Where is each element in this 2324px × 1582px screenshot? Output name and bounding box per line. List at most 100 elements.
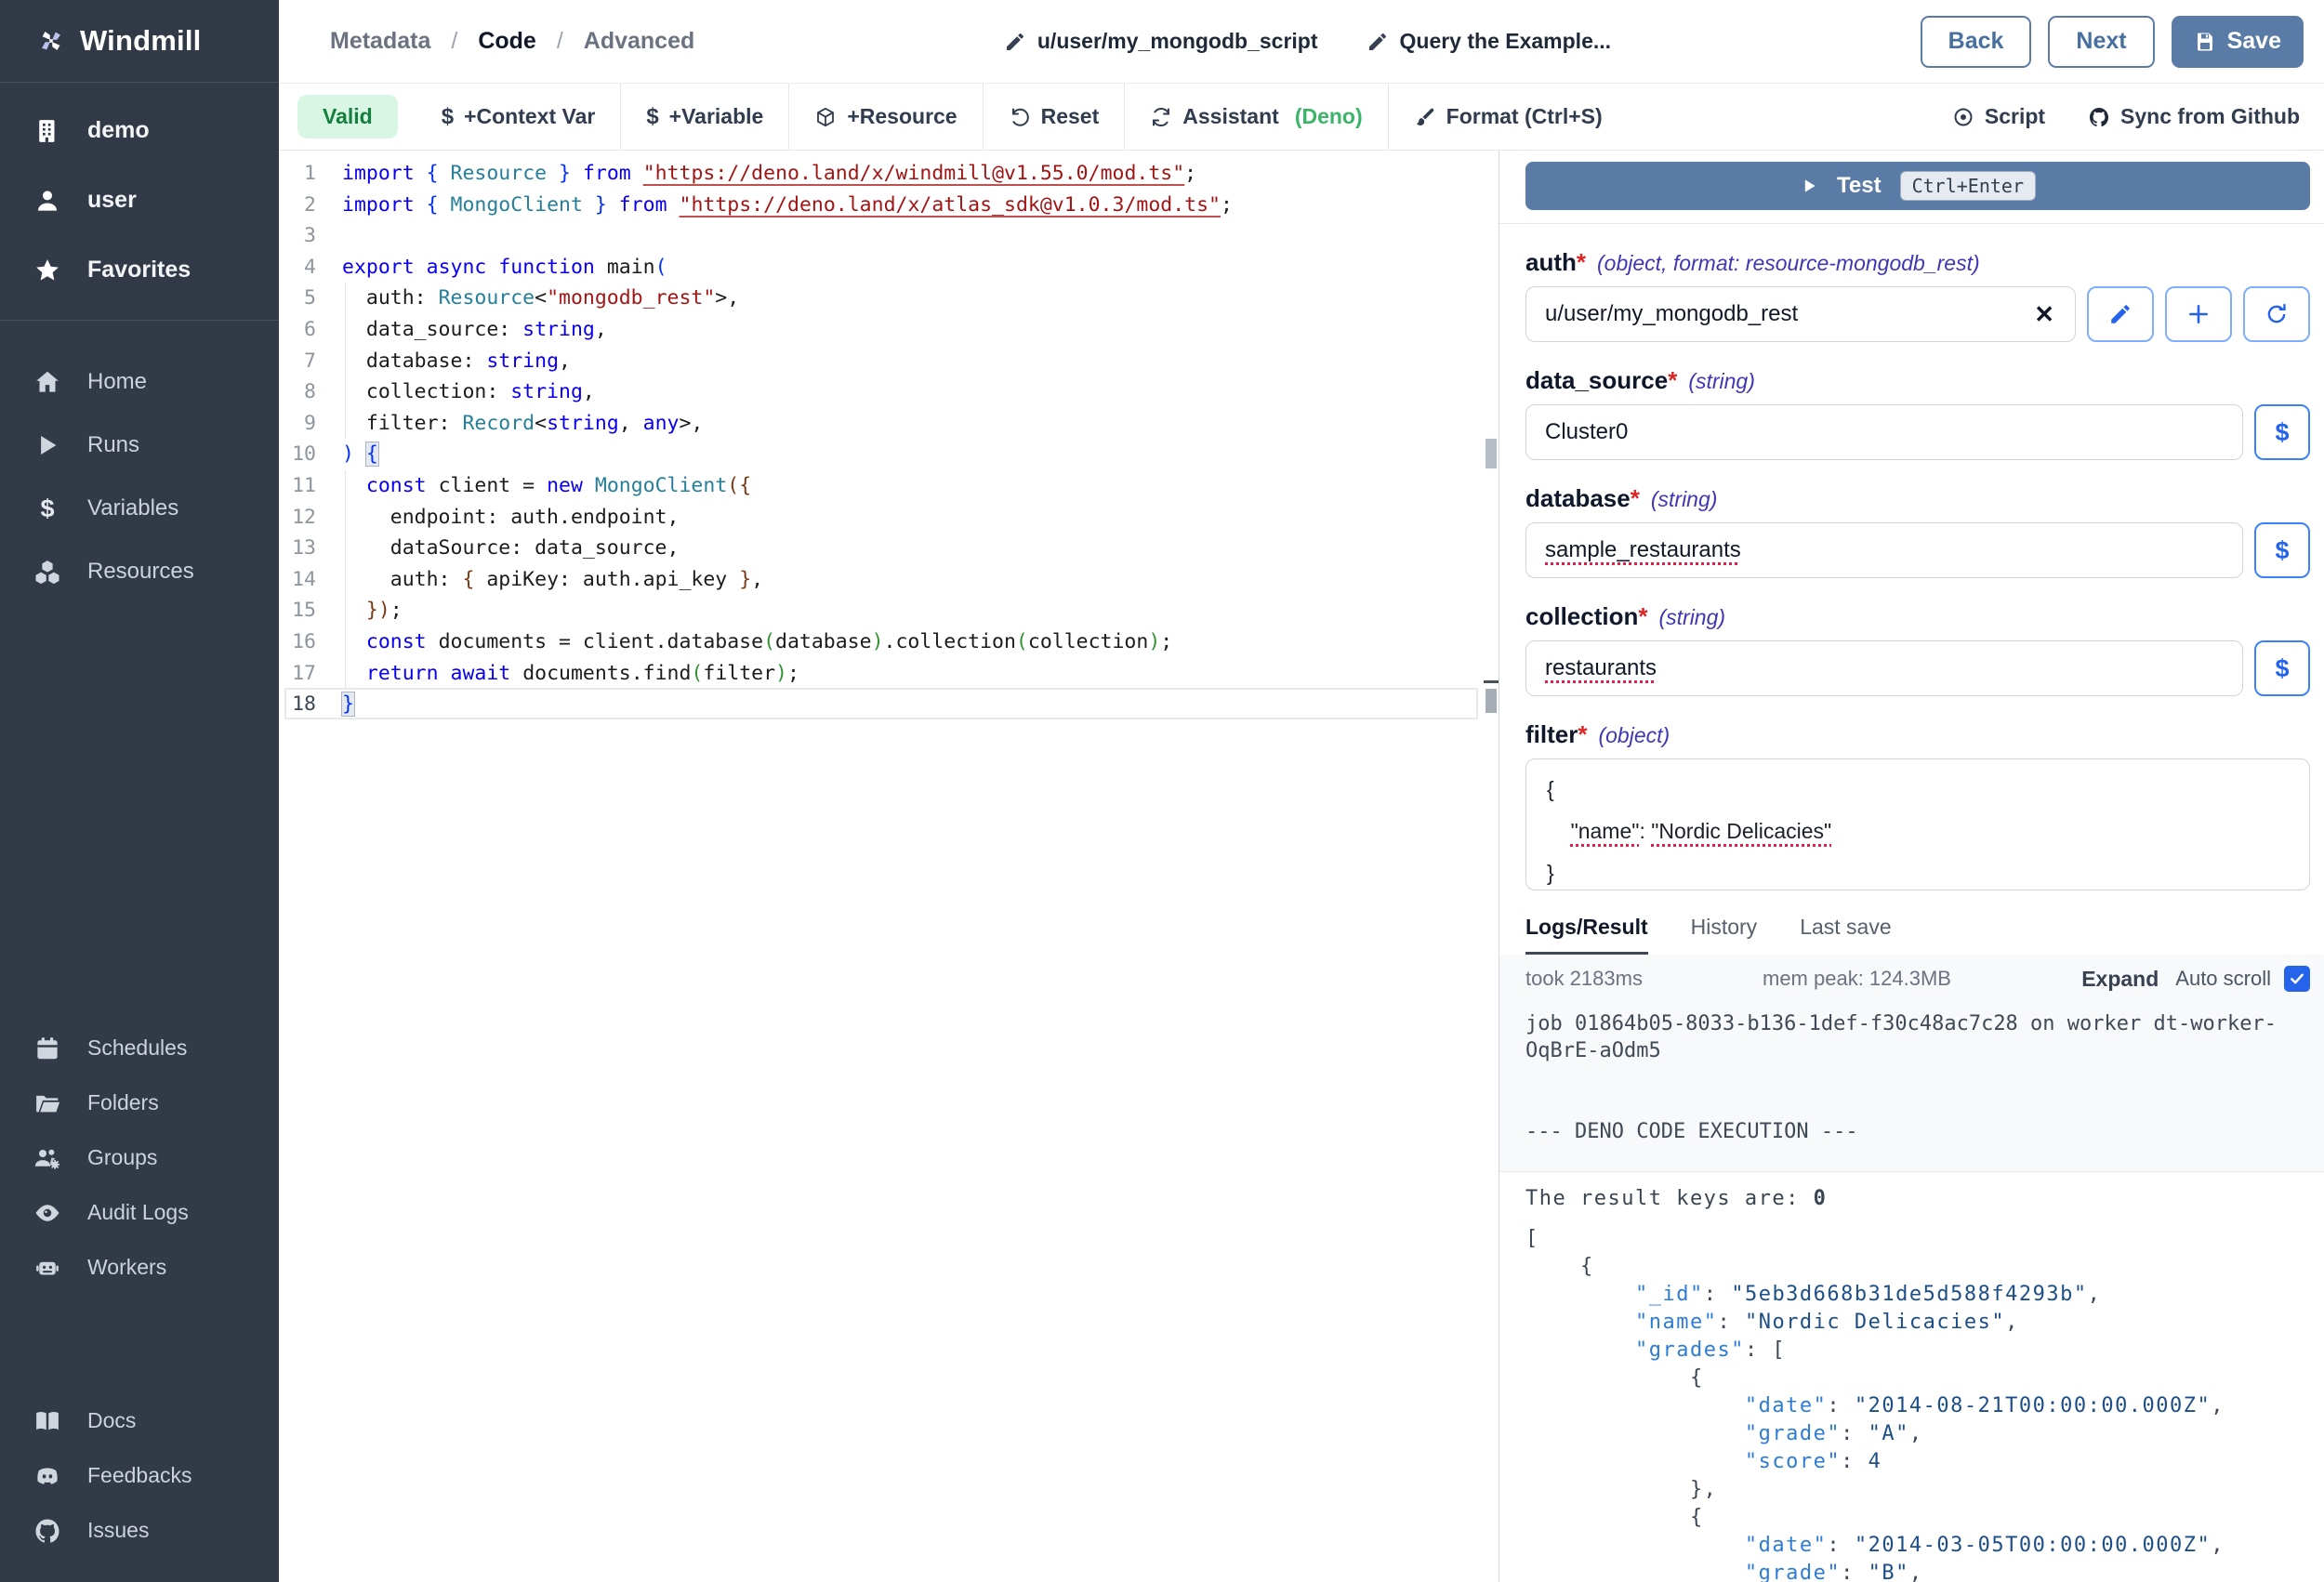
ruler-current-line-marker bbox=[1484, 680, 1499, 683]
result-viewer[interactable]: The result keys are: 0 [ { "_id": "5eb3d… bbox=[1525, 1172, 2310, 1582]
sidebar-item-groups[interactable]: Groups bbox=[0, 1130, 279, 1185]
tab-history[interactable]: History bbox=[1691, 915, 1758, 955]
auth-type-annotation: (object, format: resource-mongodb_rest) bbox=[1597, 251, 1980, 276]
sidebar-item-workers[interactable]: Workers bbox=[0, 1240, 279, 1295]
indent-guide bbox=[345, 470, 346, 689]
refresh-icon bbox=[2265, 302, 2289, 326]
result-line: "grades": [ bbox=[1525, 1337, 2310, 1364]
sidebar-item-docs[interactable]: Docs bbox=[0, 1393, 279, 1448]
app-title: Windmill bbox=[80, 24, 201, 58]
code-line: 2import { MongoClient } from "https://de… bbox=[279, 190, 1499, 221]
sidebar-item-resources[interactable]: Resources bbox=[0, 540, 279, 603]
issues-label: Issues bbox=[87, 1518, 149, 1543]
play-icon bbox=[1800, 177, 1818, 195]
sidebar-item-workspace[interactable]: demo bbox=[0, 96, 279, 165]
code-line: 3 bbox=[279, 220, 1499, 252]
test-button[interactable]: Test Ctrl+Enter bbox=[1525, 162, 2310, 210]
filter-json-editor[interactable]: { "name": "Nordic Delicacies"} bbox=[1525, 758, 2310, 890]
collection-input[interactable]: restaurants bbox=[1525, 640, 2243, 696]
pencil-icon bbox=[1004, 31, 1026, 53]
script-path[interactable]: u/user/my_mongodb_script bbox=[1004, 29, 1318, 54]
code-lines: 1import { Resource } from "https://deno.… bbox=[279, 158, 1499, 720]
collection-row: restaurants $ bbox=[1525, 640, 2310, 696]
required-asterisk: * bbox=[1668, 366, 1677, 395]
header: Metadata / Code / Advanced u/user/my_mon… bbox=[279, 0, 2324, 84]
main-area: Metadata / Code / Advanced u/user/my_mon… bbox=[279, 0, 2324, 1582]
feedbacks-label: Feedbacks bbox=[87, 1463, 192, 1488]
insert-variable-button[interactable]: $ bbox=[2254, 522, 2310, 578]
save-button[interactable]: Save bbox=[2172, 16, 2304, 68]
tab-code[interactable]: Code bbox=[478, 28, 536, 55]
sidebar-item-issues[interactable]: Issues bbox=[0, 1503, 279, 1558]
toolbar-left: Valid $ +Context Var $ +Variable +Resour… bbox=[297, 84, 1628, 150]
code-line: 17 return await documents.find(filter); bbox=[279, 658, 1499, 690]
data-source-input[interactable]: Cluster0 bbox=[1525, 404, 2243, 460]
add-resource-button[interactable] bbox=[2165, 286, 2232, 342]
auto-scroll-checkbox[interactable] bbox=[2284, 966, 2310, 992]
format-button[interactable]: Format (Ctrl+S) bbox=[1389, 84, 1628, 150]
insert-variable-button[interactable]: $ bbox=[2254, 640, 2310, 696]
database-label: database* (string) bbox=[1525, 484, 2310, 513]
data-source-row: Cluster0 $ bbox=[1525, 404, 2310, 460]
script-summary[interactable]: Query the Example... bbox=[1367, 29, 1612, 54]
clear-icon[interactable]: ✕ bbox=[2030, 300, 2058, 329]
code-editor[interactable]: 1import { Resource } from "https://deno.… bbox=[279, 151, 1499, 1582]
valid-badge: Valid bbox=[297, 95, 398, 138]
add-context-var-button[interactable]: $ +Context Var bbox=[416, 84, 621, 150]
variables-label: Variables bbox=[87, 495, 178, 521]
result-line: "date": "2014-08-21T00:00:00.000Z", bbox=[1525, 1392, 2310, 1420]
refresh-resource-button[interactable] bbox=[2243, 286, 2310, 342]
editor-overview-ruler[interactable] bbox=[1484, 151, 1499, 1582]
edit-resource-button[interactable] bbox=[2087, 286, 2154, 342]
add-variable-button[interactable]: $ +Variable bbox=[621, 84, 788, 150]
admin-group: Schedules Folders Groups Audit Logs bbox=[0, 1008, 279, 1310]
eye-icon bbox=[33, 1199, 61, 1227]
script-kind-button[interactable]: Script bbox=[1952, 104, 2045, 129]
database-input[interactable]: sample_restaurants bbox=[1525, 522, 2243, 578]
groups-icon bbox=[33, 1144, 61, 1172]
sidebar-item-folders[interactable]: Folders bbox=[0, 1075, 279, 1130]
sidebar-item-audit-logs[interactable]: Audit Logs bbox=[0, 1185, 279, 1240]
sidebar-item-schedules[interactable]: Schedules bbox=[0, 1021, 279, 1075]
insert-variable-button[interactable]: $ bbox=[2254, 404, 2310, 460]
sidebar-item-home[interactable]: Home bbox=[0, 350, 279, 414]
current-line-highlight bbox=[284, 688, 1478, 719]
code-line: 1import { Resource } from "https://deno.… bbox=[279, 158, 1499, 190]
data-source-label: data_source* (string) bbox=[1525, 366, 2310, 395]
expand-button[interactable]: Expand bbox=[2081, 967, 2159, 992]
tab-metadata[interactable]: Metadata bbox=[330, 28, 430, 55]
sync-github-button[interactable]: Sync from Github bbox=[2088, 104, 2300, 129]
workspace-group: demo user Favorites bbox=[0, 83, 279, 320]
add-resource-button[interactable]: +Resource bbox=[789, 84, 982, 150]
reset-button[interactable]: Reset bbox=[984, 84, 1125, 150]
sidebar-item-variables[interactable]: $ Variables bbox=[0, 477, 279, 540]
result-json: [ { "_id": "5eb3d668b31de5d588f4293b", "… bbox=[1525, 1225, 2310, 1582]
code-line: 6 data_source: string, bbox=[279, 314, 1499, 346]
next-button[interactable]: Next bbox=[2048, 16, 2154, 68]
sidebar: Windmill demo user Favorites bbox=[0, 0, 279, 1582]
logo[interactable]: Windmill bbox=[0, 0, 279, 83]
sidebar-item-favorites[interactable]: Favorites bbox=[0, 235, 279, 305]
sidebar-spacer bbox=[0, 618, 279, 1008]
tab-logs-result[interactable]: Logs/Result bbox=[1525, 915, 1648, 955]
result-line: "_id": "5eb3d668b31de5d588f4293b", bbox=[1525, 1281, 2310, 1309]
required-asterisk: * bbox=[1577, 248, 1586, 277]
favorites-label: Favorites bbox=[87, 257, 191, 283]
assistant-button[interactable]: Assistant (Deno) bbox=[1125, 84, 1387, 150]
test-panel: Test Ctrl+Enter auth* (object, format: r… bbox=[1499, 151, 2324, 1582]
auth-label: auth* (object, format: resource-mongodb_… bbox=[1525, 248, 2310, 277]
sidebar-item-feedbacks[interactable]: Feedbacks bbox=[0, 1448, 279, 1503]
result-line: "grade": "B", bbox=[1525, 1560, 2310, 1582]
sidebar-item-runs[interactable]: Runs bbox=[0, 414, 279, 477]
tab-last-save[interactable]: Last save bbox=[1800, 915, 1891, 955]
meta-group: Docs Feedbacks Issues bbox=[0, 1380, 279, 1582]
refresh-icon bbox=[1150, 106, 1172, 128]
sidebar-item-user[interactable]: user bbox=[0, 165, 279, 235]
auth-resource-input[interactable]: u/user/my_mongodb_rest ✕ bbox=[1525, 286, 2076, 342]
docs-label: Docs bbox=[87, 1408, 136, 1433]
workers-label: Workers bbox=[87, 1255, 166, 1280]
ruler-marker bbox=[1486, 689, 1497, 713]
tab-advanced[interactable]: Advanced bbox=[584, 28, 694, 55]
back-button[interactable]: Back bbox=[1921, 16, 2032, 68]
result-line: "score": 4 bbox=[1525, 1448, 2310, 1476]
